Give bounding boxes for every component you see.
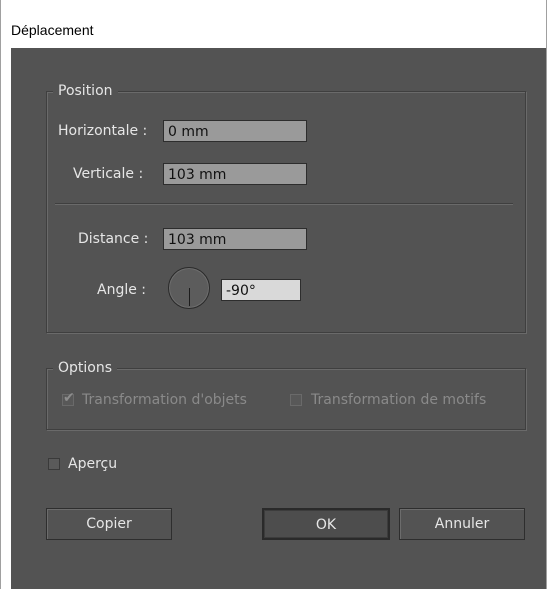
title-bar[interactable]: Déplacement (1, 0, 546, 48)
transform-objects-label: Transformation d'objets (82, 392, 247, 408)
transform-patterns-checkbox[interactable] (290, 394, 302, 406)
angle-label: Angle : (97, 282, 147, 298)
angle-needle (189, 288, 190, 306)
copy-button[interactable]: Copier (46, 508, 172, 540)
distance-input[interactable]: 103 mm (163, 228, 307, 250)
checkmark-icon: ✔ (63, 390, 75, 406)
cancel-button[interactable]: Annuler (399, 508, 525, 540)
vertical-input[interactable]: 103 mm (163, 163, 307, 185)
move-dialog: Déplacement Position Horizontale : 0 mm … (0, 0, 547, 589)
transform-patterns-label: Transformation de motifs (311, 392, 487, 408)
dialog-title: Déplacement (11, 22, 94, 38)
preview-label: Aperçu (68, 456, 118, 472)
position-divider (55, 203, 513, 205)
distance-label: Distance : (78, 231, 149, 247)
options-legend: Options (53, 359, 118, 377)
preview-checkbox[interactable] (48, 458, 60, 470)
position-legend: Position (53, 82, 118, 100)
angle-dial-icon[interactable] (168, 267, 210, 309)
angle-input[interactable]: -90° (221, 279, 301, 301)
ok-button[interactable]: OK (262, 508, 390, 540)
horizontal-label: Horizontale : (58, 123, 148, 139)
dialog-body: Position Horizontale : 0 mm Verticale : … (11, 48, 546, 589)
transform-objects-checkbox[interactable]: ✔ (62, 390, 75, 406)
vertical-label: Verticale : (73, 166, 144, 182)
horizontal-input[interactable]: 0 mm (163, 120, 307, 142)
